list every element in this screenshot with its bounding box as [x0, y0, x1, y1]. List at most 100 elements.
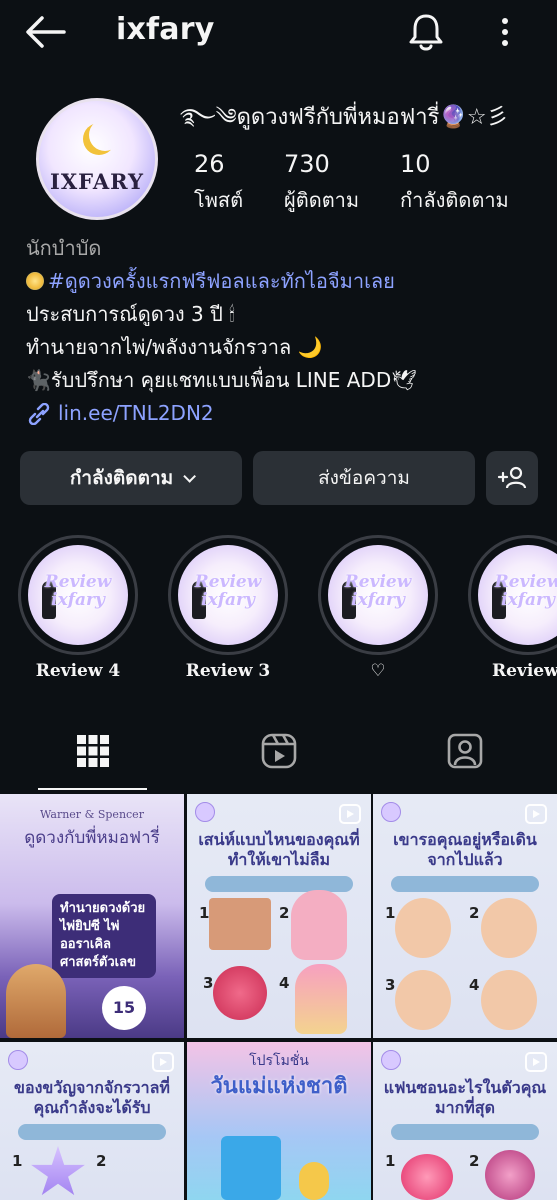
highlight-ring: Review ixfary [468, 535, 557, 655]
bio-line: ประสบการณ์ดูดวง 3 ปี 🕯 [26, 302, 235, 326]
bio-link[interactable]: lin.ee/TNL2DN2 [26, 397, 546, 430]
highlight-ring: Review ixfary [18, 535, 138, 655]
brand-logo-icon [195, 802, 215, 822]
fruit-illustration [485, 1150, 535, 1200]
post-thumbnail[interactable]: เขารอคุณอยู่หรือเดินจากไปแล้ว 1 2 3 4 [373, 794, 557, 1038]
profile-avatar[interactable]: IXFARY [36, 98, 158, 220]
option-number: 4 [469, 976, 480, 994]
more-options-icon[interactable] [488, 12, 522, 52]
message-button[interactable]: ส่งข้อความ [253, 451, 475, 505]
bio-link-text[interactable]: lin.ee/TNL2DN2 [58, 397, 214, 430]
highlight-label: ♡ [370, 661, 386, 681]
option-number: 2 [279, 904, 290, 922]
stat-posts-label: โพสต์ [194, 188, 244, 212]
reels-icon [261, 733, 296, 769]
tab-tagged[interactable] [372, 712, 557, 790]
post-thumbnail[interactable]: แฟนซอนอะไรในตัวคุณมากที่สุด 1 2 [373, 1042, 557, 1200]
post-subtitle-bar [391, 876, 539, 892]
highlight-cover: Review ixfary [178, 545, 278, 645]
highlight-cover: Review ixfary [28, 545, 128, 645]
option-number: 3 [203, 974, 214, 992]
ribbon-illustration [299, 1162, 329, 1200]
link-icon [28, 402, 50, 425]
post-title: แฟนซอนอะไรในตัวคุณมากที่สุด [383, 1078, 547, 1117]
chevron-down-icon [183, 469, 197, 483]
sun-icon [26, 272, 44, 290]
post-subtitle-bar [18, 1124, 166, 1140]
highlight-item[interactable]: Review ixfary Review [468, 535, 557, 681]
highlight-cover-text: Review ixfary [44, 572, 112, 610]
cupid-illustration [395, 970, 451, 1030]
highlight-item[interactable]: Review ixfary Review 4 [18, 535, 138, 681]
option-number: 2 [469, 1152, 480, 1170]
stat-following-count: 10 [400, 150, 431, 178]
stat-followers-count: 730 [284, 150, 330, 178]
option-number: 2 [469, 904, 480, 922]
back-arrow-icon[interactable] [22, 12, 70, 52]
tulips-illustration [295, 964, 347, 1034]
post-caption: ทำนายดวงด้วย ไพ่ยิปซี ไพ่ออราเคิล ศาสตร์… [52, 894, 156, 978]
bear-illustration [291, 890, 347, 960]
post-title: ของขวัญจากจักรวาลที่คุณกำลังจะได้รับ [14, 1078, 170, 1117]
tab-posts-grid[interactable] [0, 712, 185, 790]
stat-followers[interactable]: 730 ผู้ติดตาม [284, 150, 359, 216]
reel-icon [152, 1052, 174, 1072]
post-thumbnail[interactable]: เสน่ห์แบบไหนของคุณที่ทำให้เขาไม่ลืม 1 2 … [187, 794, 371, 1038]
highlight-ring: Review ixfary [318, 535, 438, 655]
post-brand: Warner & Spencer [40, 808, 144, 821]
highlight-cover-text: Review ixfary [194, 572, 262, 610]
profile-stats: 26 โพสต์ 730 ผู้ติดตาม 10 กำลังติดตาม [194, 150, 534, 220]
bell-icon[interactable] [404, 10, 448, 54]
highlight-item[interactable]: Review ixfary Review 3 [168, 535, 288, 681]
highlight-cover-text: Review ixfary [344, 572, 412, 610]
person-illustration [6, 964, 66, 1038]
bio-hashtag-line: #ดูดวงครั้งแรกฟรีฟอลและทักไอจีมาเลย [26, 265, 546, 298]
profile-display-name: ࿐༄ดูดวงฟรีกับพี่หมอฟารี่🔮☆彡 [180, 105, 509, 130]
highlight-item[interactable]: Review ixfary ♡ [318, 535, 438, 681]
post-title: ดูดวงกับพี่หมอฟารี่ [24, 828, 160, 848]
profile-category: นักบำบัด [26, 236, 102, 260]
reel-icon [525, 804, 547, 824]
post-subtitle-bar [391, 1124, 539, 1140]
reel-icon [339, 804, 361, 824]
option-number: 2 [96, 1152, 107, 1170]
moon-icon [89, 119, 121, 151]
top-bar: ixfary [0, 0, 557, 64]
stat-posts[interactable]: 26 โพสต์ [194, 150, 243, 216]
post-title: วันแม่แห่งชาติ [210, 1074, 348, 1099]
avatar-logo-text: IXFARY [50, 169, 144, 194]
option-number: 4 [279, 974, 290, 992]
option-number: 1 [385, 904, 396, 922]
option-number: 1 [199, 904, 210, 922]
highlight-ring: Review ixfary [168, 535, 288, 655]
post-thumbnail[interactable]: Warner & Spencer ดูดวงกับพี่หมอฟารี่ ทำน… [0, 794, 184, 1038]
grid-icon [76, 735, 109, 767]
post-subtitle-bar [205, 876, 353, 892]
stat-following[interactable]: 10 กำลังติดตาม [400, 150, 509, 216]
gift-box-illustration [221, 1136, 281, 1200]
bio-hashtag[interactable]: #ดูดวงครั้งแรกฟรีฟอลและทักไอจีมาเลย [48, 269, 395, 293]
following-button-label: กำลังติดตาม [69, 467, 174, 489]
highlight-label: Review 4 [35, 661, 121, 681]
highlight-cover: Review ixfary [328, 545, 428, 645]
tab-reels[interactable] [186, 712, 371, 790]
add-user-button[interactable] [486, 451, 538, 505]
highlight-label: Review 3 [185, 661, 271, 681]
profile-tabs [0, 712, 557, 790]
following-button[interactable]: กำลังติดตาม [20, 451, 242, 505]
message-button-label: ส่งข้อความ [318, 467, 410, 489]
brand-logo-icon [8, 1050, 28, 1070]
cupid-illustration [481, 898, 537, 958]
post-badge-number: 15 [112, 998, 136, 1017]
heart-balloons-illustration [213, 966, 267, 1020]
post-thumbnail[interactable]: โปรโมชั่น วันแม่แห่งชาติ [187, 1042, 371, 1200]
option-number: 1 [385, 1152, 396, 1170]
highlight-cover-text: Review ixfary [494, 572, 557, 610]
brand-logo-icon [381, 1050, 401, 1070]
brand-logo-icon [381, 802, 401, 822]
post-title: เสน่ห์แบบไหนของคุณที่ทำให้เขาไม่ลืม [198, 830, 360, 869]
post-thumbnail[interactable]: ของขวัญจากจักรวาลที่คุณกำลังจะได้รับ 1 2 [0, 1042, 184, 1200]
envelope-illustration [209, 898, 271, 950]
option-number: 3 [385, 976, 396, 994]
bio-line: 🐈‍⬛รับปรึกษา คุยแชทแบบเพื่อน LINE ADD🕊 [26, 368, 417, 392]
